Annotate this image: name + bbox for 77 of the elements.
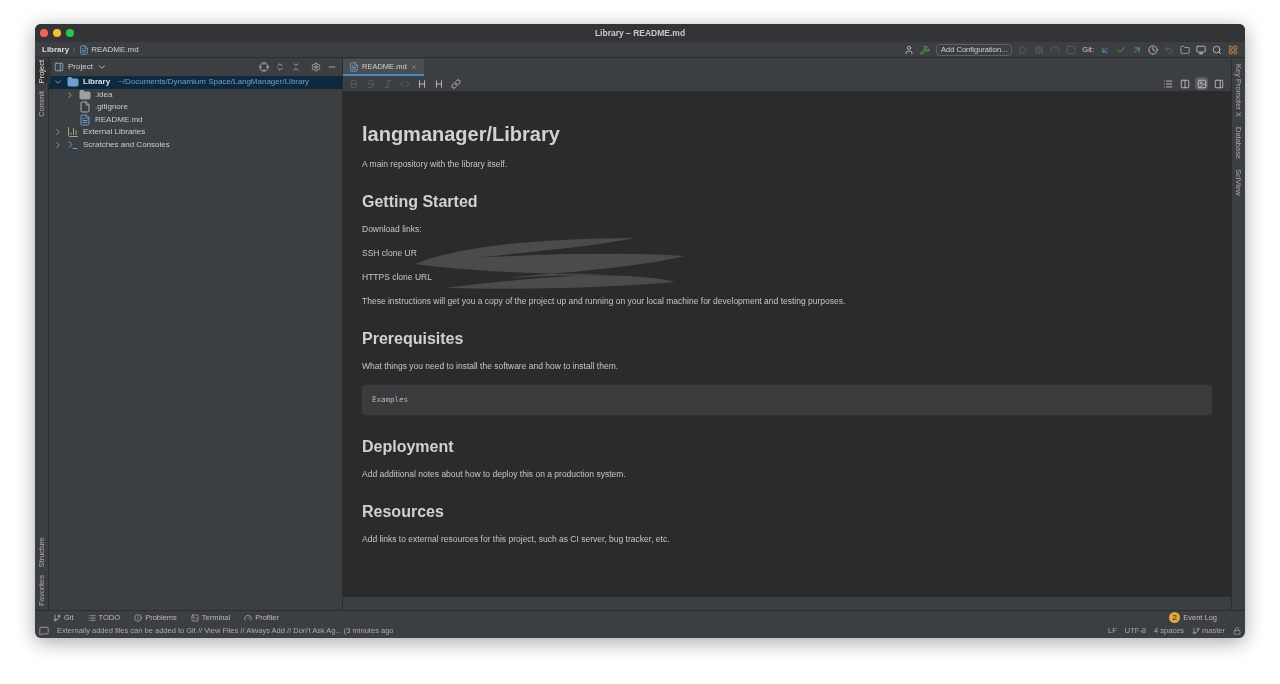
minimize-window-button[interactable]: [53, 29, 61, 37]
increase-heading-icon[interactable]: [434, 78, 444, 89]
tree-item[interactable]: .idea: [49, 88, 342, 101]
view-mode-button[interactable]: [1178, 77, 1191, 90]
heading: Resources: [362, 502, 445, 522]
markdown-file-icon: [349, 61, 359, 72]
search-icon[interactable]: [1212, 44, 1222, 55]
expand-chevron-icon[interactable]: [53, 139, 63, 150]
tree-label: .idea: [95, 88, 113, 101]
tree-item[interactable]: Library ~/Documents/Dynamium Space/LangManager/Library: [49, 76, 342, 89]
expand-all-icon[interactable]: [275, 62, 285, 72]
debug-icon[interactable]: [1034, 44, 1045, 55]
git-tool-icon: [53, 613, 61, 622]
expand-chevron-icon[interactable]: [65, 89, 75, 100]
terminal-tool-icon: [190, 613, 199, 622]
paragraph: Add additional notes about how to deploy this on a production system.: [362, 469, 627, 480]
heading: langmanager/Library: [362, 122, 561, 146]
view-mode-button[interactable]: [1212, 77, 1225, 90]
tree-item[interactable]: External Libraries: [49, 126, 342, 139]
window-icon[interactable]: [1196, 44, 1206, 55]
notification-count: 2: [1169, 612, 1181, 623]
panel-icon: [54, 62, 64, 72]
close-window-button[interactable]: [40, 29, 48, 37]
paragraph: SSH clone UR: [362, 248, 417, 259]
breadcrumb[interactable]: README.md: [91, 43, 139, 56]
tree-path: ~/Documents/Dynamium Space/LangManager/Library: [118, 76, 310, 89]
decrease-heading-icon[interactable]: [417, 78, 427, 89]
tree-label: Scratches and Consoles: [83, 138, 170, 151]
paragraph: HTTPS clone URL: [362, 272, 432, 283]
settings-icon[interactable]: [311, 62, 321, 72]
close-icon[interactable]: [409, 62, 418, 71]
paragraph: A main repository with the library itself.: [362, 159, 509, 170]
view-mode-button[interactable]: [1195, 77, 1208, 90]
branch-icon: [1192, 627, 1201, 635]
folder-icon: [79, 88, 91, 101]
paragraph: Add links to external resources for this project, such as CI server, bug tracker, etc.: [362, 534, 671, 545]
libraries-icon: [67, 126, 79, 139]
commit-check-icon[interactable]: [1116, 44, 1126, 55]
window-title: Library – README.md: [594, 26, 686, 40]
view-mode-button[interactable]: [1161, 77, 1174, 90]
dropdown-caret-icon[interactable]: [96, 62, 107, 72]
paragraph: These instructions will get you a copy of the project up and running on your local machine for development and testing purposes.: [362, 296, 847, 307]
problems-tool-icon: [134, 613, 143, 622]
update-arrow-icon[interactable]: [1100, 44, 1110, 55]
module-folder-icon: [67, 76, 79, 89]
scratches-icon: [67, 138, 79, 151]
history-icon[interactable]: [1148, 44, 1158, 55]
plugin-icon[interactable]: [1228, 44, 1238, 55]
heading: Prerequisites: [362, 329, 465, 349]
build-icon[interactable]: [920, 44, 931, 55]
heading: Deployment: [362, 437, 455, 457]
tree-item[interactable]: README.md: [49, 113, 342, 126]
tree-item[interactable]: Scratches and Consoles: [49, 138, 342, 151]
tree-label: Library: [83, 76, 111, 89]
zoom-window-button[interactable]: [66, 29, 74, 37]
lock-icon[interactable]: [1233, 627, 1241, 635]
locate-icon[interactable]: [259, 62, 269, 72]
tree-item[interactable]: .gitignore: [49, 101, 342, 114]
profiler-tool-icon: [244, 613, 253, 622]
markdown-file-icon: [79, 44, 90, 55]
tree-label: External Libraries: [83, 126, 146, 139]
status-toggle-icon[interactable]: [39, 626, 49, 636]
push-arrow-icon[interactable]: [1132, 44, 1142, 55]
user-icon[interactable]: [904, 44, 915, 55]
expand-chevron-icon[interactable]: [53, 127, 63, 138]
tree-label: README.md: [95, 113, 143, 126]
paragraph: What things you need to install the software and how to install them.: [362, 361, 620, 372]
todo-tool-icon: [87, 613, 96, 622]
paragraph: Download links:: [362, 224, 423, 235]
file-icon: [79, 101, 91, 114]
breadcrumb[interactable]: Library: [42, 43, 70, 56]
collapse-all-icon[interactable]: [291, 62, 301, 72]
markdown-file-icon: [79, 113, 91, 126]
tree-label: .gitignore: [95, 101, 128, 114]
heading: Getting Started: [362, 192, 479, 212]
panel-title[interactable]: Project: [68, 61, 93, 73]
link-icon[interactable]: [451, 78, 461, 89]
